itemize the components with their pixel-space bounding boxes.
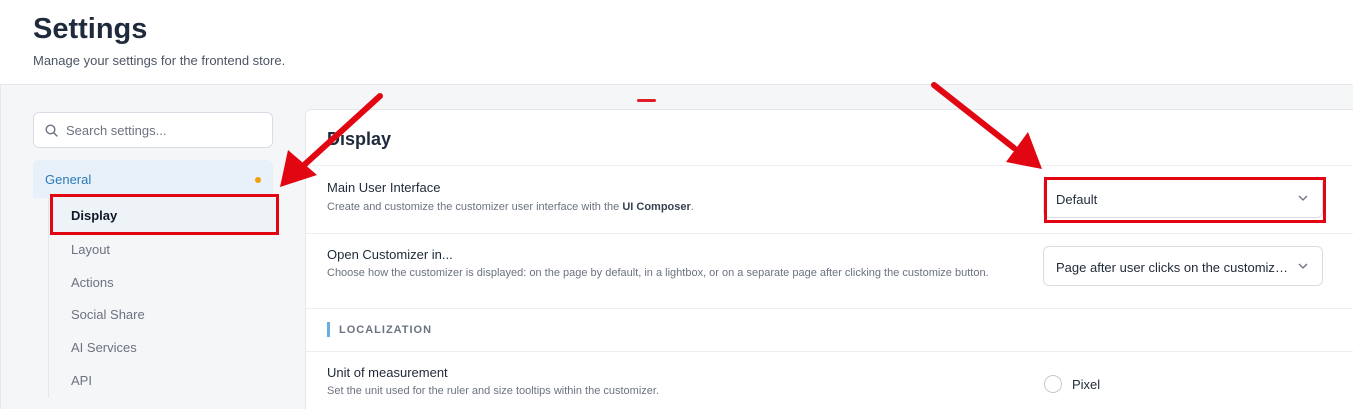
divider	[306, 351, 1353, 352]
section-accent-bar	[327, 322, 330, 337]
pixel-radio[interactable]	[1044, 375, 1062, 393]
chevron-down-icon	[1298, 263, 1308, 269]
left-border	[0, 85, 1, 409]
page-title: Settings	[33, 13, 148, 45]
sidebar-item-api[interactable]: API	[71, 373, 92, 388]
scroll-marker	[637, 99, 656, 102]
main-ui-description: Create and customize the customizer user…	[327, 201, 694, 213]
divider	[306, 233, 1353, 234]
sidebar-tree-line	[48, 198, 49, 398]
unsaved-indicator-dot	[255, 177, 261, 183]
divider	[306, 165, 1353, 166]
sidebar-item-ai-services[interactable]: AI Services	[71, 340, 137, 355]
unit-description: Set the unit used for the ruler and size…	[327, 385, 660, 397]
open-customizer-description: Choose how the customizer is displayed: …	[327, 267, 989, 279]
unit-title: Unit of measurement	[327, 365, 448, 380]
search-input[interactable]	[66, 113, 266, 147]
search-icon	[45, 124, 58, 137]
highlight-box-display	[50, 194, 279, 235]
main-ui-title: Main User Interface	[327, 180, 441, 195]
sidebar-group-label: General	[45, 172, 92, 187]
panel-title: Display	[327, 129, 392, 149]
settings-panel: Display Main User Interface Create and c…	[305, 109, 1353, 409]
open-customizer-title: Open Customizer in...	[327, 247, 453, 262]
sidebar-item-social-share[interactable]: Social Share	[71, 307, 145, 322]
page-header: Settings Manage your settings for the fr…	[0, 0, 1353, 85]
page-subtitle: Manage your settings for the frontend st…	[33, 53, 286, 68]
divider	[306, 308, 1353, 309]
sidebar-group-general[interactable]: General	[33, 160, 273, 198]
ui-composer-link[interactable]: UI Composer	[622, 201, 690, 213]
open-customizer-select[interactable]: Page after user clicks on the customize …	[1043, 246, 1323, 286]
sidebar-item-actions[interactable]: Actions	[71, 275, 114, 290]
pixel-radio-label[interactable]: Pixel	[1072, 377, 1100, 392]
search-box[interactable]	[33, 112, 273, 148]
section-heading-localization: LOCALIZATION	[339, 324, 433, 336]
highlight-box-main-ui-select	[1044, 177, 1326, 223]
open-customizer-select-value: Page after user clicks on the customize …	[1056, 260, 1288, 275]
sidebar-item-layout[interactable]: Layout	[71, 242, 110, 257]
